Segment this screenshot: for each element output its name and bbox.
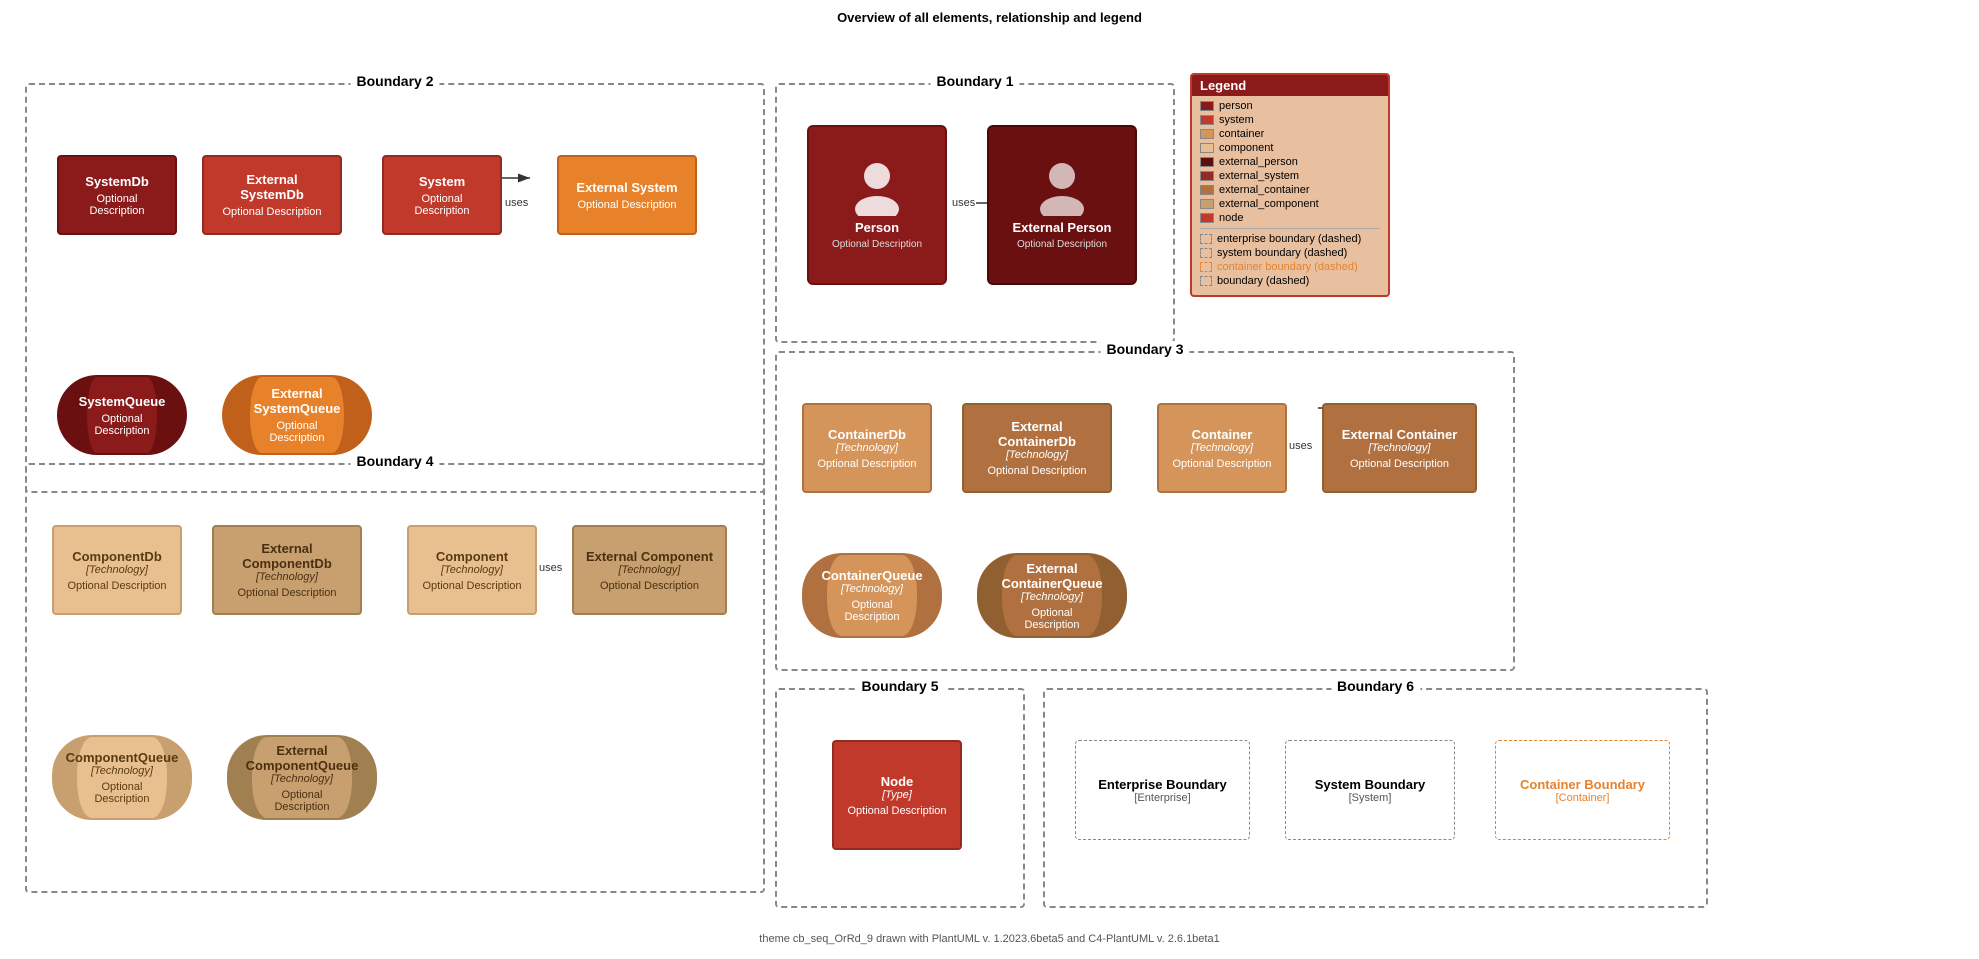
boundary-5: Boundary 5 Node [Type] Optional Descript…	[775, 688, 1025, 908]
container-boundary-box: Container Boundary [Container]	[1495, 740, 1670, 840]
boundary-3-title: Boundary 3	[1100, 341, 1189, 357]
legend-enterprise-boundary: enterprise boundary (dashed)	[1200, 233, 1380, 245]
boundary-1: Boundary 1 Person Optional Description u…	[775, 83, 1175, 343]
uses-label-b4: uses	[539, 562, 562, 574]
boundary-1-title: Boundary 1	[930, 73, 1019, 89]
uses-label-b1: uses	[952, 197, 975, 209]
legend-external-system: external_system	[1200, 170, 1380, 182]
external-container-queue-card: External ContainerQueue [Technology] Opt…	[977, 553, 1127, 638]
external-person-icon	[1037, 161, 1087, 216]
legend-container-boundary: container boundary (dashed)	[1200, 261, 1380, 273]
legend-title: Legend	[1192, 75, 1388, 96]
person-icon	[852, 161, 902, 216]
external-component-card: External Component [Technology] Optional…	[572, 525, 727, 615]
legend-box: Legend person system container component…	[1190, 73, 1390, 297]
boundary-2: Boundary 2 SystemDb Optional Description…	[25, 83, 765, 493]
footer-text: theme cb_seq_OrRd_9 drawn with PlantUML …	[759, 933, 1219, 945]
external-component-db-card: External ComponentDb [Technology] Option…	[212, 525, 362, 615]
legend-person: person	[1200, 100, 1380, 112]
boundary-3: Boundary 3 ContainerDb [Technology] Opti…	[775, 351, 1515, 671]
container-queue-card: ContainerQueue [Technology] Optional Des…	[802, 553, 942, 638]
external-system-queue-card: External SystemQueue Optional Descriptio…	[222, 375, 372, 455]
system-queue-card: SystemQueue Optional Description	[57, 375, 187, 455]
system-card: System Optional Description	[382, 155, 502, 235]
legend-container: container	[1200, 128, 1380, 140]
system-db-card: SystemDb Optional Description	[57, 155, 177, 235]
external-system-db-card: External SystemDb Optional Description	[202, 155, 342, 235]
system-boundary-box: System Boundary [System]	[1285, 740, 1455, 840]
person-card: Person Optional Description	[807, 125, 947, 285]
legend-system: system	[1200, 114, 1380, 126]
legend-external-component: external_component	[1200, 198, 1380, 210]
legend-component: component	[1200, 142, 1380, 154]
external-system-card: External System Optional Description	[557, 155, 697, 235]
enterprise-boundary-box: Enterprise Boundary [Enterprise]	[1075, 740, 1250, 840]
boundary-5-title: Boundary 5	[855, 678, 944, 694]
container-card: Container [Technology] Optional Descript…	[1157, 403, 1287, 493]
boundary-4: Boundary 4 ComponentDb [Technology] Opti…	[25, 463, 765, 893]
legend-external-person: external_person	[1200, 156, 1380, 168]
legend-boundary: boundary (dashed)	[1200, 275, 1380, 287]
component-card: Component [Technology] Optional Descript…	[407, 525, 537, 615]
external-person-card: External Person Optional Description	[987, 125, 1137, 285]
component-queue-card: ComponentQueue [Technology] Optional Des…	[52, 735, 192, 820]
boundary-4-title: Boundary 4	[350, 453, 439, 469]
legend-system-boundary: system boundary (dashed)	[1200, 247, 1380, 259]
boundary-2-title: Boundary 2	[350, 73, 439, 89]
page-title: Overview of all elements, relationship a…	[0, 0, 1979, 33]
boundary-6-title: Boundary 6	[1331, 678, 1420, 694]
uses-label-b3: uses	[1289, 440, 1312, 452]
external-component-queue-card: External ComponentQueue [Technology] Opt…	[227, 735, 377, 820]
component-db-card: ComponentDb [Technology] Optional Descri…	[52, 525, 182, 615]
uses-label-b2: uses	[505, 197, 528, 209]
external-container-db-card: External ContainerDb [Technology] Option…	[962, 403, 1112, 493]
legend-external-container: external_container	[1200, 184, 1380, 196]
legend-node: node	[1200, 212, 1380, 224]
container-db-card: ContainerDb [Technology] Optional Descri…	[802, 403, 932, 493]
external-container-card: External Container [Technology] Optional…	[1322, 403, 1477, 493]
node-card: Node [Type] Optional Description	[832, 740, 962, 850]
boundary-6: Boundary 6 Enterprise Boundary [Enterpri…	[1043, 688, 1708, 908]
